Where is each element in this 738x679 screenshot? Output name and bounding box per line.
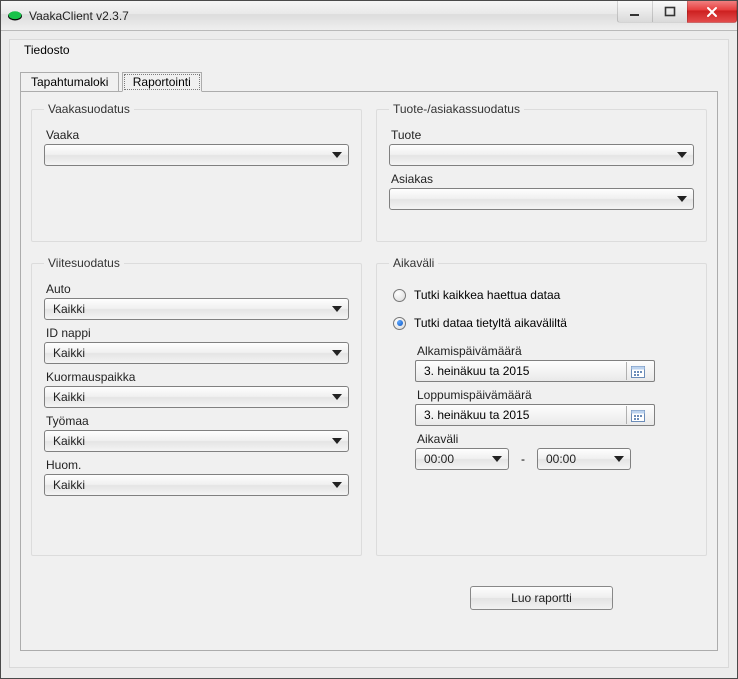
calendar-icon — [631, 365, 645, 378]
datepicker-start-button[interactable] — [626, 362, 650, 380]
select-scale[interactable] — [44, 144, 349, 166]
client-area: Tiedosto Tapahtumaloki Raportointi Vaaka… — [9, 39, 729, 668]
select-id-button-value: Kaikki — [53, 346, 85, 360]
chevron-down-icon — [332, 350, 342, 356]
radio-range-data-label: Tutki dataa tietyltä aikaväliltä — [414, 316, 567, 330]
select-worksite-value: Kaikki — [53, 434, 85, 448]
close-button[interactable] — [687, 1, 737, 23]
radio-range-data-input[interactable] — [393, 317, 406, 330]
label-vehicle: Auto — [46, 282, 349, 296]
tab-panel-reporting: Vaakasuodatus Vaaka Viitesuodatus Auto K… — [20, 91, 718, 651]
label-end-date: Loppumispäivämäärä — [417, 388, 694, 402]
select-customer[interactable] — [389, 188, 694, 210]
radio-range-data[interactable]: Tutki dataa tietyltä aikaväliltä — [393, 316, 694, 330]
datepicker-end-button[interactable] — [626, 406, 650, 424]
tab-reporting[interactable]: Raportointi — [122, 72, 202, 92]
create-report-button[interactable]: Luo raportti — [470, 586, 613, 610]
label-loading-site: Kuormauspaikka — [46, 370, 349, 384]
label-scale: Vaaka — [46, 128, 349, 142]
chevron-down-icon — [332, 306, 342, 312]
label-start-date: Alkamispäivämäärä — [417, 344, 694, 358]
chevron-down-icon — [492, 456, 502, 462]
select-vehicle[interactable]: Kaikki — [44, 298, 349, 320]
label-id-button: ID nappi — [46, 326, 349, 340]
menu-file[interactable]: Tiedosto — [18, 41, 76, 59]
tabstrip: Tapahtumaloki Raportointi — [20, 72, 718, 92]
app-icon — [7, 8, 23, 24]
select-id-button[interactable]: Kaikki — [44, 342, 349, 364]
group-product-customer-filter-legend: Tuote-/asiakassuodatus — [389, 102, 524, 116]
close-icon — [705, 5, 719, 19]
titlebar[interactable]: VaakaClient v2.3.7 — [1, 1, 737, 31]
chevron-down-icon — [614, 456, 624, 462]
window-title: VaakaClient v2.3.7 — [29, 9, 129, 23]
select-note[interactable]: Kaikki — [44, 474, 349, 496]
minimize-icon — [629, 6, 641, 18]
select-product[interactable] — [389, 144, 694, 166]
label-time-range: Aikaväli — [417, 432, 694, 446]
calendar-icon — [631, 409, 645, 422]
maximize-icon — [664, 6, 676, 18]
menubar: Tiedosto — [10, 40, 728, 62]
time-range-separator: - — [521, 452, 525, 466]
group-reference-filter: Viitesuodatus Auto Kaikki ID nappi Kaikk… — [31, 256, 362, 556]
radio-all-data-label: Tutki kaikkea haettua dataa — [414, 288, 560, 302]
chevron-down-icon — [332, 394, 342, 400]
datepicker-start[interactable]: 3. heinäkuu ta 2015 — [415, 360, 655, 382]
select-time-from[interactable]: 00:00 — [415, 448, 509, 470]
label-customer: Asiakas — [391, 172, 694, 186]
select-time-from-value: 00:00 — [424, 452, 454, 466]
maximize-button[interactable] — [652, 1, 688, 23]
select-time-to-value: 00:00 — [546, 452, 576, 466]
window-controls — [618, 1, 737, 23]
minimize-button[interactable] — [617, 1, 653, 23]
group-reference-filter-legend: Viitesuodatus — [44, 256, 124, 270]
group-product-customer-filter: Tuote-/asiakassuodatus Tuote Asiakas — [376, 102, 707, 242]
datepicker-end[interactable]: 3. heinäkuu ta 2015 — [415, 404, 655, 426]
select-loading-site[interactable]: Kaikki — [44, 386, 349, 408]
select-loading-site-value: Kaikki — [53, 390, 85, 404]
chevron-down-icon — [677, 196, 687, 202]
group-scale-filter-legend: Vaakasuodatus — [44, 102, 134, 116]
select-note-value: Kaikki — [53, 478, 85, 492]
radio-all-data[interactable]: Tutki kaikkea haettua dataa — [393, 288, 694, 302]
label-note: Huom. — [46, 458, 349, 472]
radio-all-data-input[interactable] — [393, 289, 406, 302]
select-time-to[interactable]: 00:00 — [537, 448, 631, 470]
app-window: VaakaClient v2.3.7 Tiedosto Tapahtumalok… — [0, 0, 738, 679]
label-worksite: Työmaa — [46, 414, 349, 428]
label-product: Tuote — [391, 128, 694, 142]
select-worksite[interactable]: Kaikki — [44, 430, 349, 452]
chevron-down-icon — [332, 438, 342, 444]
group-time-range-legend: Aikaväli — [389, 256, 438, 270]
create-report-button-label: Luo raportti — [511, 591, 572, 605]
datepicker-end-value: 3. heinäkuu ta 2015 — [424, 408, 529, 422]
chevron-down-icon — [332, 152, 342, 158]
tab-event-log[interactable]: Tapahtumaloki — [20, 72, 119, 92]
chevron-down-icon — [332, 482, 342, 488]
group-time-range: Aikaväli Tutki kaikkea haettua dataa Tut… — [376, 256, 707, 556]
chevron-down-icon — [677, 152, 687, 158]
datepicker-start-value: 3. heinäkuu ta 2015 — [424, 364, 529, 378]
group-scale-filter: Vaakasuodatus Vaaka — [31, 102, 362, 242]
select-vehicle-value: Kaikki — [53, 302, 85, 316]
